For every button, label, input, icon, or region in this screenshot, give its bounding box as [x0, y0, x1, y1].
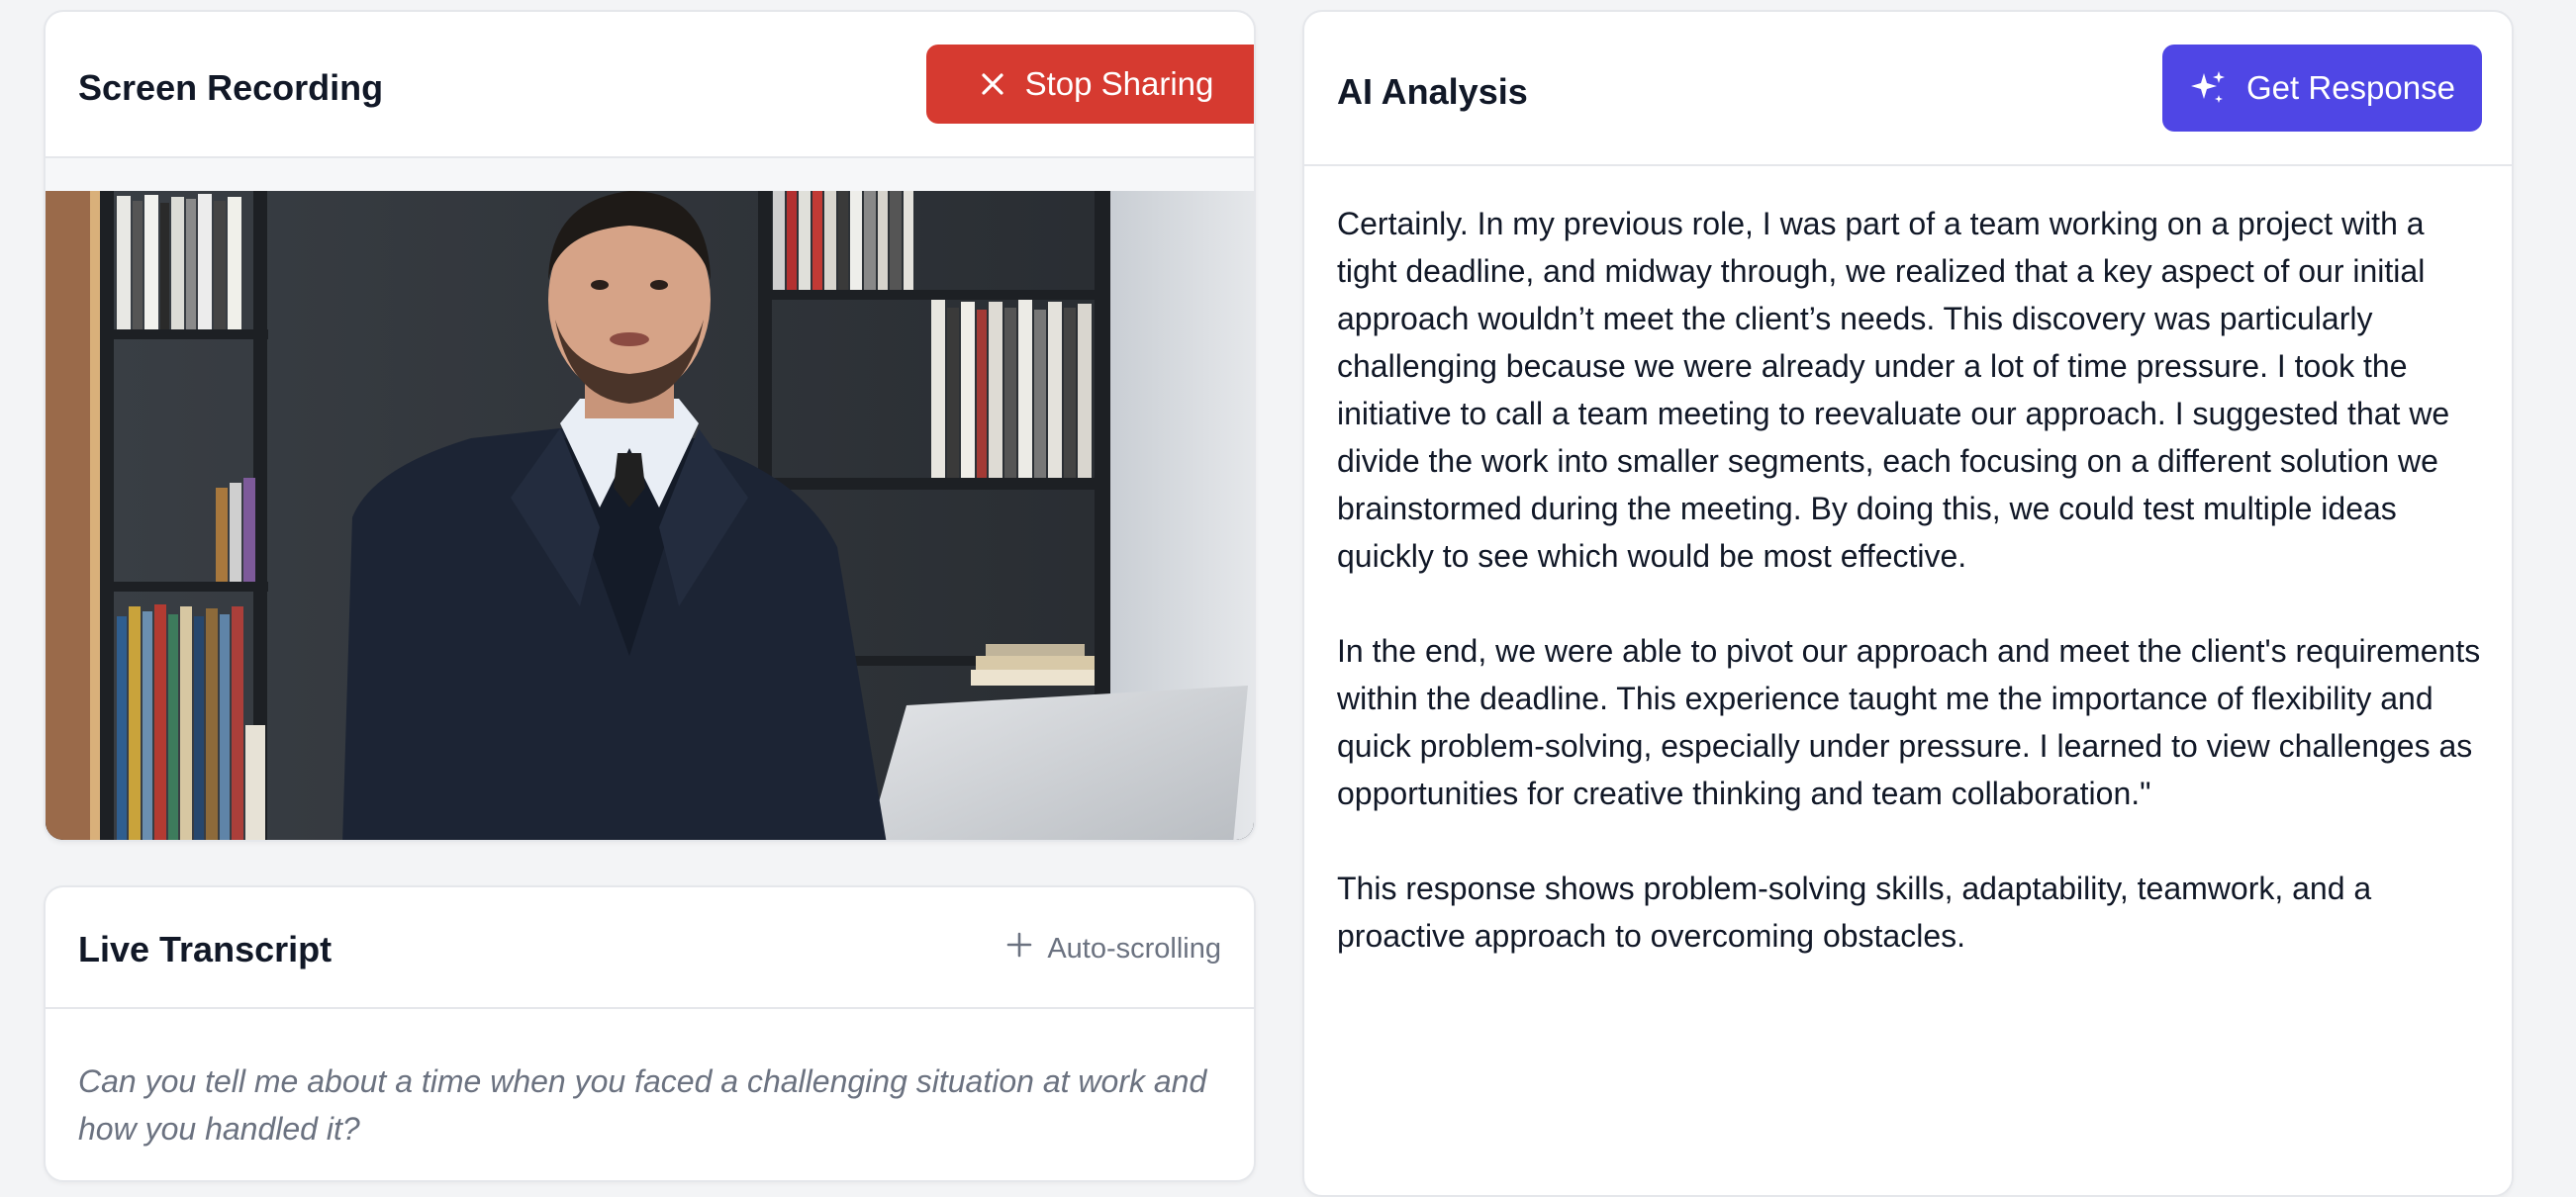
auto-scrolling-label: Auto-scrolling	[1047, 932, 1221, 965]
screen-recording-title: Screen Recording	[78, 67, 384, 108]
live-transcript-panel: Live Transcript Auto-scrolling Can you t…	[44, 885, 1256, 1182]
get-response-label: Get Response	[2246, 69, 2455, 106]
screen-recording-panel: Screen Recording Stop Sharing	[44, 10, 1256, 842]
live-transcript-header: Live Transcript Auto-scrolling	[46, 887, 1254, 1009]
live-transcript-title: Live Transcript	[78, 929, 333, 969]
get-response-button[interactable]: Get Response	[2162, 45, 2482, 132]
ai-response-paragraph: In the end, we were able to pivot our ap…	[1337, 633, 2481, 811]
stop-sharing-label: Stop Sharing	[1024, 65, 1214, 102]
close-icon	[980, 71, 1005, 97]
transcript-question: Can you tell me about a time when you fa…	[78, 1063, 1207, 1147]
sparkles-icon	[2189, 69, 2227, 107]
ai-analysis-panel: AI Analysis Get Response Certainly. In m…	[1302, 10, 2514, 1197]
shared-screen-video	[46, 191, 1254, 840]
plus-icon	[1005, 931, 1033, 967]
ai-response-paragraph: This response shows problem-solving skil…	[1337, 871, 2372, 954]
auto-scrolling-toggle[interactable]: Auto-scrolling	[1005, 931, 1221, 967]
video-top-strip	[46, 158, 1254, 191]
stop-sharing-button[interactable]: Stop Sharing	[926, 45, 1254, 124]
ai-analysis-title: AI Analysis	[1337, 71, 1528, 112]
ai-analysis-header: AI Analysis Get Response	[1304, 12, 2512, 166]
ai-response-paragraph: Certainly. In my previous role, I was pa…	[1337, 206, 2450, 574]
screen-recording-header: Screen Recording Stop Sharing	[46, 12, 1254, 158]
ai-response-body: Certainly. In my previous role, I was pa…	[1337, 200, 2485, 1007]
